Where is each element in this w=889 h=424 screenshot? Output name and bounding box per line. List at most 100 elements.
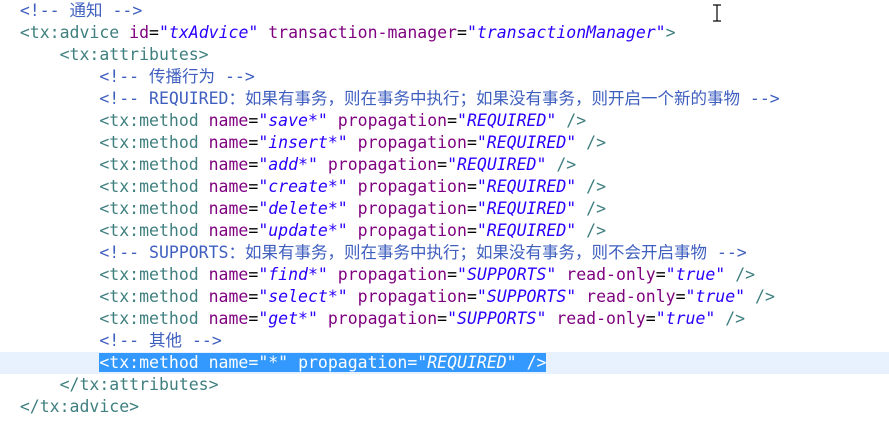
code-line[interactable]: </tx:advice> — [0, 396, 889, 418]
line-content[interactable]: </tx:attributes> — [60, 375, 219, 394]
attribute-name-token: propagation — [357, 177, 467, 196]
code-line[interactable]: <tx:advice id="txAdvice" transaction-man… — [0, 22, 889, 44]
attribute-value-token: "transactionManager" — [466, 23, 666, 42]
code-line[interactable]: <tx:method name="select*" propagation="S… — [0, 286, 889, 308]
equals-token: = — [447, 265, 458, 284]
xml-tag-token: <tx:method — [99, 221, 199, 240]
code-area[interactable]: <!-- 通知 --> <tx:advice id="txAdvice" tra… — [0, 0, 889, 418]
comment-token: <!-- 传播行为 --> — [99, 67, 255, 86]
line-content[interactable]: <tx:method name="select*" propagation="S… — [99, 287, 775, 306]
line-content[interactable]: <tx:method name="*" propagation="REQUIRE… — [99, 353, 547, 372]
code-line[interactable]: <tx:method name="create*" propagation="R… — [0, 176, 889, 198]
code-line[interactable]: </tx:attributes> — [0, 374, 889, 396]
equals-token: = — [466, 199, 477, 218]
code-line[interactable]: <tx:method name="insert*" propagation="R… — [0, 132, 889, 154]
code-line[interactable]: <!-- SUPPORTS：如果有事务，则在事务中执行；如果没有事务，则不会开启… — [0, 242, 889, 264]
line-content[interactable]: <tx:method name="save*" propagation="REQ… — [99, 111, 586, 130]
code-line[interactable]: <tx:method name="add*" propagation="REQU… — [0, 154, 889, 176]
attribute-value-token: "save*" — [258, 111, 328, 130]
code-line[interactable]: <tx:method name="find*" propagation="SUP… — [0, 264, 889, 286]
attribute-value-token: "update*" — [258, 221, 348, 240]
line-content[interactable]: <tx:method name="add*" propagation="REQU… — [99, 155, 576, 174]
xml-tag-token: <tx:method — [99, 265, 199, 284]
xml-code-editor[interactable]: <!-- 通知 --> <tx:advice id="txAdvice" tra… — [0, 0, 889, 424]
equals-token: = — [466, 133, 477, 152]
equals-token: = — [466, 221, 477, 240]
attribute-value-token: "add*" — [258, 155, 318, 174]
attribute-value-token: "true" — [655, 309, 716, 328]
equals-token: = — [149, 23, 159, 42]
attribute-name-token: propagation — [357, 199, 467, 218]
attribute-value-token: "REQUIRED" — [476, 133, 577, 152]
equals-token: = — [248, 177, 259, 196]
attribute-name-token: propagation — [327, 155, 438, 174]
line-content[interactable]: <!-- 传播行为 --> — [99, 67, 254, 86]
line-content[interactable]: <tx:advice id="txAdvice" transaction-man… — [20, 23, 676, 42]
line-content[interactable]: <!-- 其他 --> — [99, 331, 221, 350]
code-line[interactable]: <!-- 传播行为 --> — [0, 66, 889, 88]
line-content[interactable]: <tx:method name="delete*" propagation="R… — [99, 199, 606, 218]
attribute-name-token: name — [208, 199, 249, 218]
code-line[interactable]: <!-- 通知 --> — [0, 0, 889, 22]
attribute-name-token: name — [208, 287, 249, 306]
xml-tag-token: <tx:method — [99, 309, 199, 328]
line-content[interactable]: <tx:method name="get*" propagation="SUPP… — [99, 309, 745, 328]
line-content[interactable]: </tx:advice> — [20, 397, 139, 416]
line-content[interactable]: <tx:method name="insert*" propagation="R… — [99, 133, 606, 152]
code-line[interactable]: <tx:method name="delete*" propagation="R… — [0, 198, 889, 220]
xml-tag-token: /> — [586, 177, 607, 196]
line-content[interactable]: <!-- 通知 --> — [20, 1, 142, 20]
code-line[interactable]: <tx:method name="save*" propagation="REQ… — [0, 110, 889, 132]
line-content[interactable]: <tx:attributes> — [60, 45, 209, 64]
xml-tag-token: > — [665, 23, 676, 42]
line-content[interactable]: <!-- REQUIRED：如果有事务，则在事务中执行；如果没有事务，则开启一个… — [99, 89, 779, 108]
attribute-name-token: name — [208, 265, 249, 284]
code-line[interactable]: <tx:method name="update*" propagation="R… — [0, 220, 889, 242]
attribute-name-token: propagation — [357, 133, 467, 152]
equals-token: = — [457, 23, 467, 42]
equals-token: = — [466, 177, 477, 196]
line-content[interactable]: <!-- SUPPORTS：如果有事务，则在事务中执行；如果没有事务，则不会开启… — [99, 243, 746, 262]
code-line[interactable]: <!-- REQUIRED：如果有事务，则在事务中执行；如果没有事务，则开启一个… — [0, 88, 889, 110]
line-content[interactable]: <tx:method name="find*" propagation="SUP… — [99, 265, 755, 284]
comment-token: <!-- 其他 --> — [99, 331, 222, 350]
selected-code-line[interactable]: <tx:method name="*" propagation="REQUIRE… — [0, 352, 889, 374]
xml-tag-token: /> — [566, 111, 587, 130]
code-line[interactable]: <!-- 其他 --> — [0, 330, 889, 352]
comment-token: <!-- SUPPORTS：如果有事务，则在事务中执行；如果没有事务，则不会开启… — [99, 243, 747, 262]
xml-tag-token: /> — [586, 133, 607, 152]
attribute-name-token: read-only — [566, 265, 656, 284]
line-content[interactable]: <tx:method name="update*" propagation="R… — [99, 221, 606, 240]
attribute-name-token: read-only — [586, 287, 676, 306]
xml-tag-token: /> — [725, 309, 746, 328]
xml-tag-token: <tx:advice — [19, 23, 120, 42]
code-line[interactable]: <tx:method name="get*" propagation="SUPP… — [0, 308, 889, 330]
xml-tag-token: <tx:method — [99, 287, 199, 306]
xml-tag-token: <tx:attributes> — [59, 45, 209, 64]
attribute-name-token: name — [208, 177, 249, 196]
line-content[interactable]: <tx:method name="create*" propagation="R… — [99, 177, 606, 196]
equals-token: = — [248, 309, 259, 328]
attribute-value-token: "REQUIRED" — [476, 177, 577, 196]
code-line[interactable]: <tx:attributes> — [0, 44, 889, 66]
attribute-name-token: propagation — [337, 111, 448, 130]
